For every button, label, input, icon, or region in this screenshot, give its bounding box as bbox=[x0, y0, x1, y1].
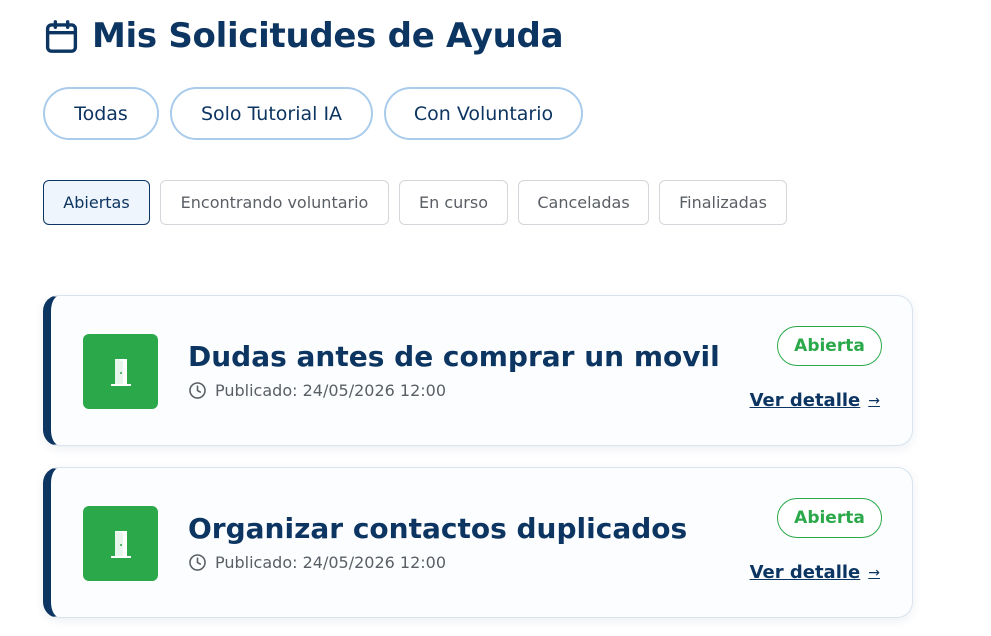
status-badge: Abierta bbox=[777, 498, 882, 538]
request-meta: Publicado: 24/05/2026 12:00 bbox=[188, 553, 446, 572]
status-filter-group: Abiertas Encontrando voluntario En curso… bbox=[43, 180, 797, 225]
status-tab-abiertas[interactable]: Abiertas bbox=[43, 180, 150, 225]
view-detail-label: Ver detalle bbox=[749, 562, 861, 583]
status-tab-finalizadas[interactable]: Finalizadas bbox=[659, 180, 787, 225]
published-date: Publicado: 24/05/2026 12:00 bbox=[215, 553, 446, 572]
type-filter-group: Todas Solo Tutorial IA Con Voluntario bbox=[43, 87, 594, 140]
filter-con-voluntario-button[interactable]: Con Voluntario bbox=[384, 87, 583, 140]
status-tab-encontrando-voluntario[interactable]: Encontrando voluntario bbox=[160, 180, 389, 225]
clock-icon bbox=[189, 554, 206, 571]
page-header: Mis Solicitudes de Ayuda bbox=[43, 14, 564, 58]
arrow-right-icon: → bbox=[868, 564, 880, 581]
filter-todas-button[interactable]: Todas bbox=[43, 87, 159, 140]
request-title: Dudas antes de comprar un movil bbox=[188, 340, 720, 373]
status-badge: Abierta bbox=[777, 326, 882, 366]
arrow-right-icon: → bbox=[868, 392, 880, 409]
status-tab-canceladas[interactable]: Canceladas bbox=[518, 180, 649, 225]
request-title: Organizar contactos duplicados bbox=[188, 512, 688, 545]
clock-icon bbox=[189, 382, 206, 399]
view-detail-label: Ver detalle bbox=[749, 390, 861, 411]
view-detail-link[interactable]: Ver detalle → bbox=[750, 390, 880, 411]
request-meta: Publicado: 24/05/2026 12:00 bbox=[188, 381, 446, 400]
request-icon-box bbox=[83, 506, 158, 581]
door-icon bbox=[110, 530, 131, 558]
request-card: Dudas antes de comprar un movil Publicad… bbox=[43, 295, 913, 446]
published-date: Publicado: 24/05/2026 12:00 bbox=[215, 381, 446, 400]
page-title: Mis Solicitudes de Ayuda bbox=[92, 16, 564, 56]
door-icon bbox=[110, 358, 131, 386]
view-detail-link[interactable]: Ver detalle → bbox=[750, 562, 880, 583]
status-tab-en-curso[interactable]: En curso bbox=[399, 180, 508, 225]
filter-solo-tutorial-ia-button[interactable]: Solo Tutorial IA bbox=[170, 87, 373, 140]
calendar-icon bbox=[45, 19, 78, 53]
request-icon-box bbox=[83, 334, 158, 409]
request-card: Organizar contactos duplicados Publicado… bbox=[43, 467, 913, 618]
